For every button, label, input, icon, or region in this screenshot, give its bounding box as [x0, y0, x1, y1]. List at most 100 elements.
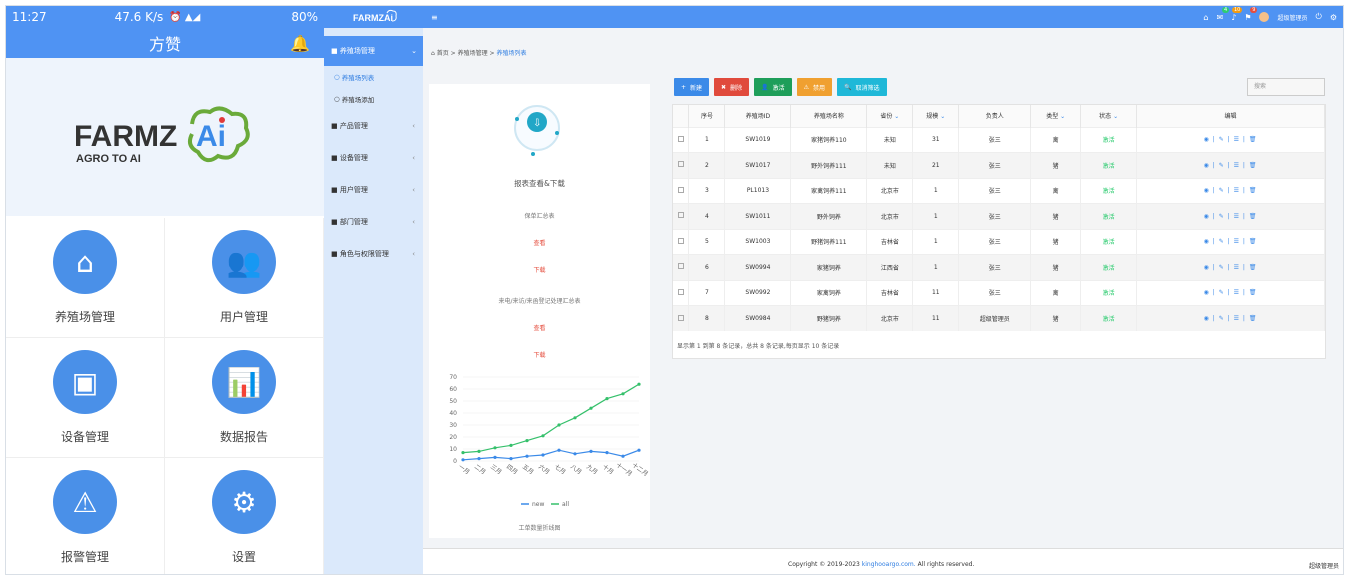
row-checkbox[interactable] — [677, 314, 684, 321]
sidebar-item-1[interactable]: ■ 设备管理 ‹ — [324, 142, 423, 174]
tile-farm[interactable]: ⌂ 养殖场管理 — [6, 218, 165, 338]
assign-icon[interactable]: ☰ — [1234, 315, 1240, 322]
enable-button[interactable]: 👤 激活 — [754, 78, 792, 96]
trash-icon[interactable]: 🗑 — [1249, 213, 1258, 220]
sidebar-sub-farm-list[interactable]: ○ 养殖场列表 — [324, 66, 423, 88]
table-cell: 未知 — [866, 152, 914, 178]
row-checkbox[interactable] — [677, 263, 684, 270]
filter-chevron-icon[interactable]: ⌄ — [1111, 113, 1118, 120]
site-link[interactable]: kinghooargo.com. — [862, 561, 916, 568]
assign-icon[interactable]: ☰ — [1234, 238, 1240, 245]
assign-icon[interactable]: ☰ — [1234, 187, 1240, 194]
delete-button[interactable]: ✖ 删除 — [714, 78, 750, 96]
sidebar-item-4[interactable]: ■ 角色与权限管理 ‹ — [324, 238, 423, 270]
filter-chevron-icon[interactable]: ⌄ — [1058, 113, 1065, 120]
edit-icon[interactable]: ✎ — [1219, 187, 1225, 194]
view-icon[interactable]: ◉ — [1204, 238, 1210, 245]
view-icon[interactable]: ◉ — [1204, 187, 1210, 194]
home-icon[interactable]: ⌂ — [1203, 13, 1208, 22]
tile-users[interactable]: 👥 用户管理 — [165, 218, 324, 338]
col-header[interactable]: 省份 ⌄ — [866, 105, 914, 127]
table-row[interactable]: 7 SW0992 家禽饲养 吉林省 11 张三禽激活 ◉ | ✎ | ☰ | 🗑 — [673, 279, 1325, 306]
crumb-mid[interactable]: 养殖场管理 — [458, 50, 488, 57]
row-checkbox[interactable] — [677, 237, 684, 244]
row-actions: ◉ | ✎ | ☰ | 🗑 — [1136, 279, 1325, 306]
trash-icon[interactable]: 🗑 — [1249, 238, 1258, 245]
table-row[interactable]: 2 SW1017 野外饲养111 未知 21 张三猪激活 ◉ | ✎ | ☰ | 🗑 — [673, 152, 1325, 178]
bell-icon[interactable]: 🔔 — [290, 34, 310, 53]
data-point — [541, 453, 545, 457]
search-input[interactable]: 搜索 — [1247, 78, 1325, 96]
trash-icon[interactable]: 🗑 — [1249, 187, 1258, 194]
disable-label: 禁用 — [812, 84, 825, 92]
edit-icon[interactable]: ✎ — [1219, 238, 1225, 245]
power-icon[interactable]: ⏻ — [1316, 12, 1322, 22]
edit-icon[interactable]: ✎ — [1219, 289, 1225, 296]
report-2-view-link[interactable]: 查看 — [429, 323, 650, 332]
edit-icon[interactable]: ✎ — [1219, 213, 1225, 220]
trash-icon[interactable]: 🗑 — [1249, 315, 1258, 322]
tile-alarm[interactable]: ⚠ 报警管理 — [6, 458, 165, 574]
trash-icon[interactable]: 🗑 — [1249, 289, 1258, 296]
edit-icon[interactable]: ✎ — [1219, 162, 1225, 169]
user-name[interactable]: 超级管理员 — [1277, 13, 1307, 22]
assign-icon[interactable]: ☰ — [1234, 264, 1240, 271]
view-icon[interactable]: ◉ — [1204, 162, 1210, 169]
assign-icon[interactable]: ☰ — [1234, 213, 1240, 220]
assign-icon[interactable]: ☰ — [1234, 289, 1240, 296]
report-1-view-link[interactable]: 查看 — [429, 238, 650, 247]
sidebar-item-3[interactable]: ■ 部门管理 ‹ — [324, 206, 423, 238]
table-row[interactable]: 6 SW0994 家猪饲养 江西省 1 张三猪激活 ◉ | ✎ | ☰ | 🗑 — [673, 254, 1325, 280]
row-checkbox[interactable] — [677, 186, 684, 193]
edit-icon[interactable]: ✎ — [1219, 315, 1225, 322]
col-header: 序号 — [688, 105, 726, 127]
table-row[interactable]: 1 SW1019 家猪饲养110 未知 31 张三禽激活 ◉ | ✎ | ☰ | 🗑 — [673, 126, 1325, 153]
table-cell: 野外饲养111 — [790, 152, 868, 178]
sidebar-item-2[interactable]: ■ 用户管理 ‹ — [324, 174, 423, 206]
notification-icon[interactable]: ♪ 10 — [1231, 6, 1243, 22]
sidebar-sub-farm-add[interactable]: ○ 养殖场添加 — [324, 88, 423, 110]
assign-icon[interactable]: ☰ — [1234, 136, 1240, 143]
tile-chart[interactable]: 📊 数据报告 — [165, 338, 324, 458]
tile-gear[interactable]: ⚙ 设置 — [165, 458, 324, 574]
clear-filter-button[interactable]: 🔍 取消筛选 — [837, 78, 887, 96]
add-button[interactable]: + 新建 — [674, 78, 710, 96]
home-crumb[interactable]: ⌂ 首页 — [431, 50, 449, 57]
table-row[interactable]: 3 PL1013 家禽饲养111 北京市 1 张三禽激活 ◉ | ✎ | ☰ | 🗑 — [673, 177, 1325, 204]
row-checkbox[interactable] — [677, 212, 684, 219]
flag-icon[interactable]: ⚑ 9 — [1244, 6, 1258, 22]
trash-icon[interactable]: 🗑 — [1249, 136, 1258, 143]
avatar[interactable] — [1259, 12, 1270, 22]
col-header[interactable]: 状态 ⌄ — [1080, 105, 1138, 127]
mail-icon[interactable]: ✉ 4 — [1217, 6, 1230, 22]
view-icon[interactable]: ◉ — [1204, 213, 1210, 220]
edit-icon[interactable]: ✎ — [1219, 136, 1225, 143]
view-icon[interactable]: ◉ — [1204, 264, 1210, 271]
col-header[interactable]: 类型 ⌄ — [1030, 105, 1082, 127]
settings-icon[interactable]: ⚙ — [1330, 13, 1337, 22]
menu-toggle-icon[interactable]: ≡ — [431, 13, 438, 22]
view-icon[interactable]: ◉ — [1204, 289, 1210, 296]
sidebar-item-0[interactable]: ■ 产品管理 ‹ — [324, 110, 423, 142]
table-row[interactable]: 8 SW0984 野猪饲养 北京市 11 超级管理员猪激活 ◉ | ✎ | ☰ | 🗑 — [673, 305, 1325, 331]
row-checkbox[interactable] — [677, 135, 684, 142]
sidebar-item-label: 用户管理 — [339, 186, 368, 194]
sidebar-item-farm-management[interactable]: ■ 养殖场管理 ⌄ — [324, 36, 423, 66]
table-row[interactable]: 4 SW1011 野外饲养 北京市 1 张三猪激活 ◉ | ✎ | ☰ | 🗑 — [673, 203, 1325, 229]
disable-button[interactable]: ⚠ 禁用 — [796, 78, 832, 96]
assign-icon[interactable]: ☰ — [1234, 162, 1240, 169]
breadcrumb: ⌂ 首页 > 养殖场管理 > 养殖场列表 — [431, 50, 527, 57]
tile-device[interactable]: ▣ 设备管理 — [6, 338, 165, 458]
report-2-download-link[interactable]: 下载 — [429, 350, 650, 359]
filter-chevron-icon[interactable]: ⌄ — [892, 113, 899, 120]
table-row[interactable]: 5 SW1003 野猪饲养111 吉林省 1 张三猪激活 ◉ | ✎ | ☰ | 🗑 — [673, 228, 1325, 255]
trash-icon[interactable]: 🗑 — [1249, 162, 1258, 169]
view-icon[interactable]: ◉ — [1204, 136, 1210, 143]
row-checkbox[interactable] — [677, 161, 684, 168]
row-checkbox[interactable] — [677, 288, 684, 295]
trash-icon[interactable]: 🗑 — [1249, 264, 1258, 271]
filter-chevron-icon[interactable]: ⌄ — [938, 113, 945, 120]
view-icon[interactable]: ◉ — [1204, 315, 1210, 322]
edit-icon[interactable]: ✎ — [1219, 264, 1225, 271]
report-1-download-link[interactable]: 下载 — [429, 265, 650, 274]
